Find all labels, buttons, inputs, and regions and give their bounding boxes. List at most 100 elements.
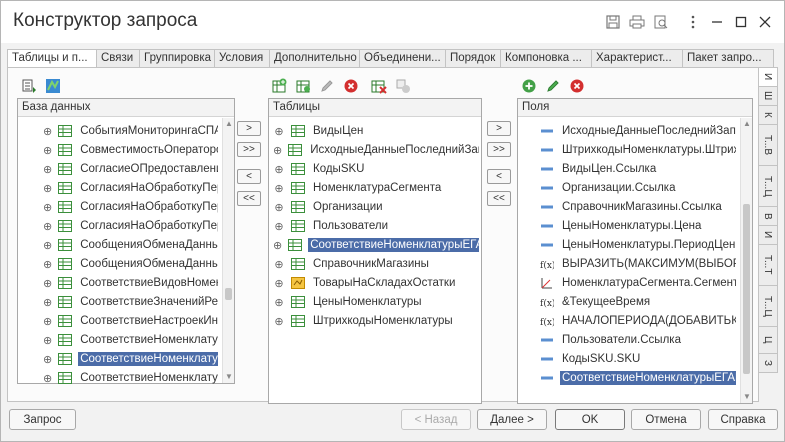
list-item[interactable]: f(x) НАЧАЛОПЕРИОДА(ДОБАВИТЬКД — [540, 312, 736, 330]
remove-field-selected-button[interactable]: < — [487, 169, 511, 184]
database-scrollbar[interactable]: ▲ ▼ — [222, 118, 234, 383]
preview-icon[interactable] — [650, 13, 672, 31]
list-item-selected[interactable]: ⊕ СоответствиеНоменклатур — [43, 350, 218, 368]
list-item[interactable]: f(x) &ТекущееВремя — [540, 293, 736, 311]
tab-grouping[interactable]: Группировка — [139, 49, 215, 68]
expand-icon[interactable]: ⊕ — [43, 315, 52, 328]
help-button[interactable]: Справка — [708, 409, 778, 430]
expand-icon[interactable]: ⊕ — [273, 315, 285, 328]
expand-icon[interactable]: ⊕ — [43, 277, 52, 290]
edit-field-icon[interactable] — [544, 77, 562, 95]
expand-icon[interactable]: ⊕ — [273, 277, 285, 290]
list-item[interactable]: ⊕ Организации — [273, 198, 479, 216]
list-item[interactable]: ⊕ НоменклатураСегмента — [273, 179, 479, 197]
maximize-icon[interactable] — [730, 13, 752, 31]
list-item[interactable]: ⊕ СоответствиеНоменклатур — [43, 369, 218, 387]
side-tab[interactable]: И — [758, 225, 778, 245]
list-item[interactable]: ⊕ СоответствиеНоменклатур — [43, 331, 218, 349]
expand-icon[interactable]: ⊕ — [43, 163, 52, 176]
expand-icon[interactable]: ⊕ — [43, 334, 52, 347]
fields-scrollbar[interactable]: ▲ ▼ — [740, 118, 752, 403]
side-tab[interactable]: Т...В — [758, 124, 778, 166]
remove-unused-tables-icon[interactable] — [370, 77, 388, 95]
add-field-icon[interactable] — [520, 77, 538, 95]
add-field-all-button[interactable]: >> — [487, 142, 511, 157]
expand-icon[interactable]: ⊕ — [273, 239, 282, 252]
expand-icon[interactable]: ⊕ — [273, 220, 285, 233]
next-button[interactable]: Далее > — [477, 409, 547, 430]
edit-table-icon[interactable] — [318, 77, 336, 95]
list-item[interactable]: ⊕ СоответствиеВидовНоменк — [43, 274, 218, 292]
expand-icon[interactable]: ⊕ — [273, 163, 285, 176]
list-item-selected[interactable]: СоответствиеНоменклатурыЕГАИС — [540, 369, 736, 387]
side-tab[interactable]: В — [758, 206, 778, 226]
expand-icon[interactable]: ⊕ — [43, 144, 52, 157]
list-item[interactable]: ⊕ ШтрихкодыНоменклатуры — [273, 312, 479, 330]
delete-table-icon[interactable] — [342, 77, 360, 95]
ok-button[interactable]: OK — [555, 409, 625, 430]
list-item[interactable]: ⊕ СовместимостьОператоров — [43, 141, 218, 159]
expand-icon[interactable]: ⊕ — [43, 353, 52, 366]
tab-conditions[interactable]: Условия — [214, 49, 270, 68]
list-item[interactable]: f(x) ВЫРАЗИТЬ(МАКСИМУМ(ВЫБОР К — [540, 255, 736, 273]
list-item[interactable]: ⊕ СправочникМагазины — [273, 255, 479, 273]
tab-order[interactable]: Порядок — [445, 49, 501, 68]
save-icon[interactable] — [602, 13, 624, 31]
list-item[interactable]: ⊕ ВидыЦен — [273, 122, 479, 140]
expand-icon[interactable]: ⊕ — [43, 220, 52, 233]
list-item[interactable]: ⊕ ТоварыНаСкладахОстатки — [273, 274, 479, 292]
minimize-icon[interactable] — [706, 13, 728, 31]
list-item[interactable]: Организации.Ссылка — [540, 179, 736, 197]
list-item[interactable]: СправочникМагазины.Ссылка — [540, 198, 736, 216]
add-field-selected-button[interactable]: > — [487, 121, 511, 136]
list-item[interactable]: Пользователи.Ссылка — [540, 331, 736, 349]
query-list-icon[interactable] — [20, 77, 38, 95]
scroll-thumb[interactable] — [743, 204, 750, 374]
list-item[interactable]: ⊕ СоответствиеНастроекИнт — [43, 312, 218, 330]
list-item[interactable]: ⊕ СогласияНаОбработкуПерс — [43, 179, 218, 197]
side-tab[interactable]: Т...Ц — [758, 165, 778, 207]
scroll-up-icon[interactable]: ▲ — [741, 118, 753, 130]
tab-tables-and-fields[interactable]: Таблицы и п... — [7, 49, 97, 69]
side-tab[interactable]: Т...Т — [758, 244, 778, 286]
remove-selected-button[interactable]: < — [237, 169, 261, 184]
expand-icon[interactable]: ⊕ — [273, 258, 285, 271]
list-item[interactable]: ⊕ СобытияМониторингаСПАР — [43, 122, 218, 140]
expand-icon[interactable]: ⊕ — [43, 201, 52, 214]
list-item[interactable]: ШтрихкодыНоменклатуры.Штрихко — [540, 141, 736, 159]
remove-field-all-button[interactable]: << — [487, 191, 511, 206]
list-item[interactable]: ⊕ КодыSKU — [273, 160, 479, 178]
add-all-button[interactable]: >> — [237, 142, 261, 157]
list-item[interactable]: ⊕ ИсходныеДанныеПоследнийЗапр — [273, 141, 479, 159]
expand-icon[interactable]: ⊕ — [43, 372, 52, 385]
scroll-up-icon[interactable]: ▲ — [223, 118, 235, 130]
scroll-down-icon[interactable]: ▼ — [741, 391, 753, 403]
list-item[interactable]: КодыSKU.SKU — [540, 350, 736, 368]
add-selected-button[interactable]: > — [237, 121, 261, 136]
side-tab[interactable]: Ц — [758, 326, 778, 354]
back-button[interactable]: < Назад — [401, 409, 471, 430]
print-icon[interactable] — [626, 13, 648, 31]
add-table-icon[interactable] — [270, 77, 288, 95]
list-item[interactable]: ⊕ СообщенияОбменаДанным — [43, 236, 218, 254]
expand-icon[interactable]: ⊕ — [273, 182, 285, 195]
tab-composition[interactable]: Компоновка ... — [500, 49, 592, 68]
tab-characteristics[interactable]: Характерист... — [591, 49, 683, 68]
expand-icon[interactable]: ⊕ — [43, 239, 52, 252]
expand-icon[interactable]: ⊕ — [273, 201, 285, 214]
side-tab[interactable]: И — [758, 67, 778, 87]
tab-query-batch[interactable]: Пакет запро... — [682, 49, 774, 68]
list-item[interactable]: ⊕ СогласиеОПредоставлении — [43, 160, 218, 178]
tab-joins[interactable]: Связи — [96, 49, 140, 68]
expand-icon[interactable]: ⊕ — [273, 125, 285, 138]
list-item[interactable]: ⊕ СоответствиеЗначенийРек — [43, 293, 218, 311]
list-item[interactable]: ⊕ СогласияНаОбработкуПерс — [43, 198, 218, 216]
delete-field-icon[interactable] — [568, 77, 586, 95]
close-icon[interactable] — [754, 13, 776, 31]
list-item[interactable]: ИсходныеДанныеПоследнийЗапрос — [540, 122, 736, 140]
refresh-metadata-icon[interactable] — [44, 77, 62, 95]
list-item[interactable]: ЦеныНоменклатуры.Цена — [540, 217, 736, 235]
expand-icon[interactable]: ⊕ — [273, 144, 282, 157]
scroll-thumb[interactable] — [225, 288, 232, 300]
expand-icon[interactable]: ⊕ — [43, 125, 52, 138]
